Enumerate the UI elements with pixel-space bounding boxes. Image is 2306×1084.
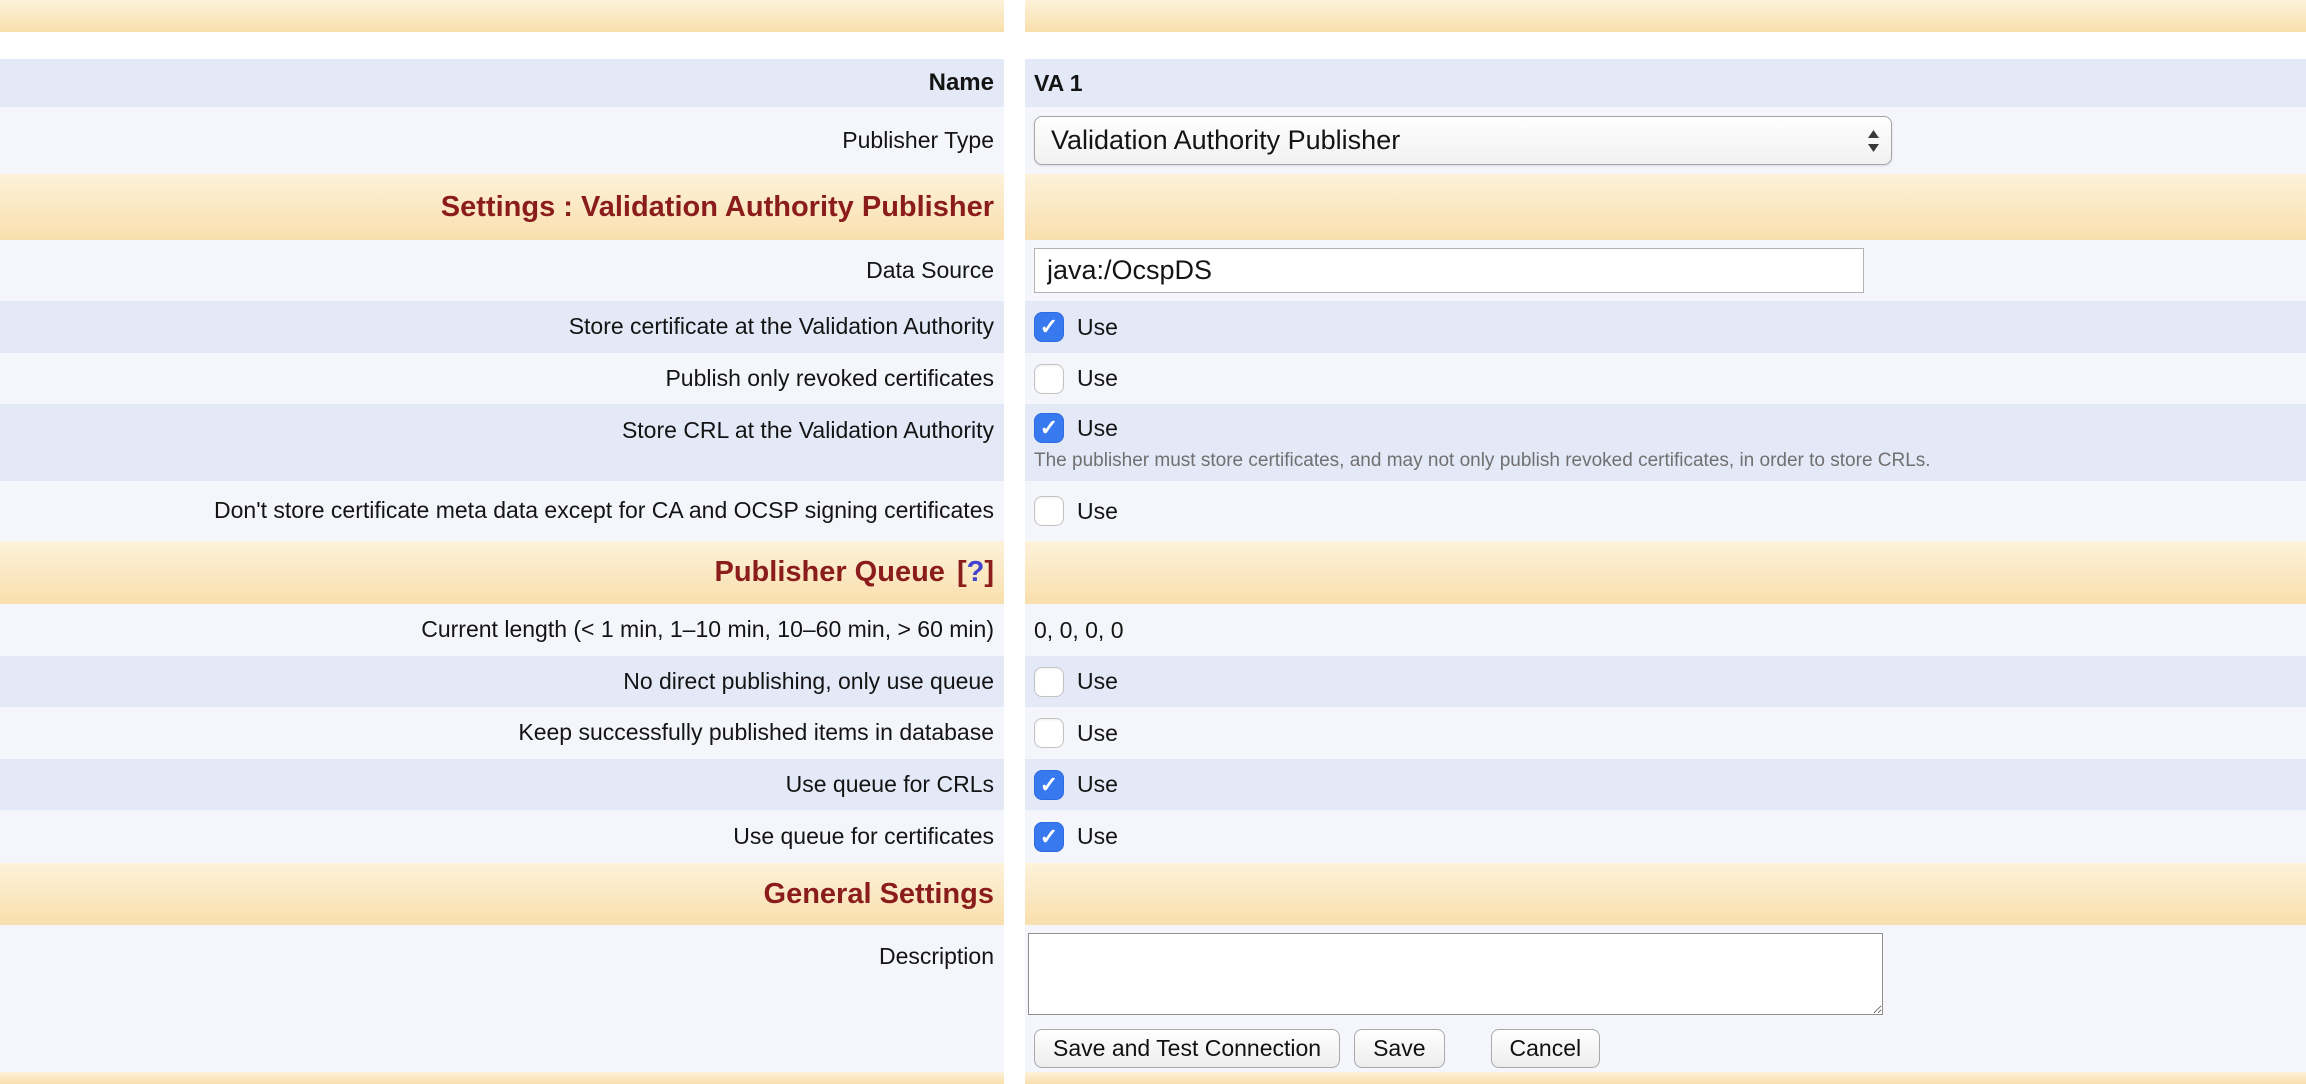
bottom-band <box>0 1072 2306 1084</box>
no-direct-publishing-label: No direct publishing, only use queue <box>623 668 994 696</box>
store-certificate-row: Store certificate at the Validation Auth… <box>0 301 2306 353</box>
name-row: Name VA 1 <box>0 59 2306 107</box>
description-textarea[interactable] <box>1028 933 1883 1015</box>
check-icon: ✓ <box>1040 826 1058 848</box>
data-source-input[interactable] <box>1034 248 1864 293</box>
cancel-button[interactable]: Cancel <box>1491 1029 1601 1068</box>
publish-only-revoked-use-label: Use <box>1077 365 1118 392</box>
publisher-type-select[interactable]: Validation Authority Publisher <box>1034 116 1892 165</box>
name-label: Name <box>929 69 994 98</box>
store-crl-row: Store CRL at the Validation Authority ✓ … <box>0 404 2306 481</box>
dont-store-meta-checkbox[interactable]: ✓ <box>1034 496 1064 526</box>
queue-length-row: Current length (< 1 min, 1–10 min, 10–60… <box>0 604 2306 656</box>
dont-store-meta-label: Don't store certificate meta data except… <box>214 497 994 525</box>
use-queue-crls-checkbox[interactable]: ✓ <box>1034 770 1064 800</box>
save-button[interactable]: Save <box>1354 1029 1444 1068</box>
use-queue-certs-label: Use queue for certificates <box>733 823 994 851</box>
top-band <box>0 0 2306 32</box>
queue-length-label: Current length (< 1 min, 1–10 min, 10–60… <box>421 616 994 644</box>
store-certificate-checkbox[interactable]: ✓ <box>1034 312 1064 342</box>
general-settings-section-title: General Settings <box>764 878 994 911</box>
publisher-queue-section-header: Publisher Queue [?] <box>0 541 2306 604</box>
publisher-type-label: Publisher Type <box>842 127 994 155</box>
description-label: Description <box>879 943 994 971</box>
select-arrows-icon <box>1866 128 1881 154</box>
keep-published-label: Keep successfully published items in dat… <box>518 719 994 747</box>
publish-only-revoked-label: Publish only revoked certificates <box>665 365 994 393</box>
use-queue-crls-label: Use queue for CRLs <box>786 771 994 799</box>
check-icon: ✓ <box>1040 417 1058 439</box>
settings-section-title: Settings : Validation Authority Publishe… <box>441 191 994 224</box>
settings-section-header: Settings : Validation Authority Publishe… <box>0 174 2306 240</box>
publish-only-revoked-checkbox[interactable]: ✓ <box>1034 364 1064 394</box>
general-settings-section-header: General Settings <box>0 863 2306 925</box>
publisher-type-selected-value: Validation Authority Publisher <box>1051 125 1400 156</box>
data-source-label: Data Source <box>866 257 994 285</box>
dont-store-meta-use-label: Use <box>1077 498 1118 525</box>
keep-published-row: Keep successfully published items in dat… <box>0 707 2306 759</box>
use-queue-certs-checkbox[interactable]: ✓ <box>1034 822 1064 852</box>
use-queue-crls-use-label: Use <box>1077 771 1118 798</box>
name-value: VA 1 <box>1034 70 1083 97</box>
store-crl-use-label: Use <box>1077 415 1118 442</box>
queue-length-value: 0, 0, 0, 0 <box>1034 617 1124 644</box>
store-certificate-label: Store certificate at the Validation Auth… <box>569 313 994 341</box>
no-direct-publishing-use-label: Use <box>1077 668 1118 695</box>
store-certificate-use-label: Use <box>1077 314 1118 341</box>
dont-store-meta-row: Don't store certificate meta data except… <box>0 481 2306 541</box>
save-and-test-button[interactable]: Save and Test Connection <box>1034 1029 1340 1068</box>
store-crl-note: The publisher must store certificates, a… <box>1034 450 1931 472</box>
keep-published-checkbox[interactable]: ✓ <box>1034 718 1064 748</box>
spacer <box>0 32 2306 59</box>
publisher-type-row: Publisher Type Validation Authority Publ… <box>0 107 2306 174</box>
help-bracket: [?] <box>957 556 994 589</box>
description-row: Description <box>0 925 2306 1025</box>
use-queue-certs-use-label: Use <box>1077 823 1118 850</box>
use-queue-crls-row: Use queue for CRLs ✓ Use <box>0 759 2306 810</box>
check-icon: ✓ <box>1040 316 1058 338</box>
data-source-row: Data Source <box>0 240 2306 301</box>
publish-only-revoked-row: Publish only revoked certificates ✓ Use <box>0 353 2306 404</box>
keep-published-use-label: Use <box>1077 720 1118 747</box>
publisher-queue-section-title: Publisher Queue <box>714 556 944 589</box>
use-queue-certs-row: Use queue for certificates ✓ Use <box>0 810 2306 863</box>
store-crl-label: Store CRL at the Validation Authority <box>622 417 994 445</box>
no-direct-publishing-row: No direct publishing, only use queue ✓ U… <box>0 656 2306 707</box>
no-direct-publishing-checkbox[interactable]: ✓ <box>1034 667 1064 697</box>
store-crl-checkbox[interactable]: ✓ <box>1034 413 1064 443</box>
buttons-row: Save and Test Connection Save Cancel <box>0 1025 2306 1072</box>
check-icon: ✓ <box>1040 774 1058 796</box>
publisher-queue-help-link[interactable]: ? <box>967 556 985 588</box>
